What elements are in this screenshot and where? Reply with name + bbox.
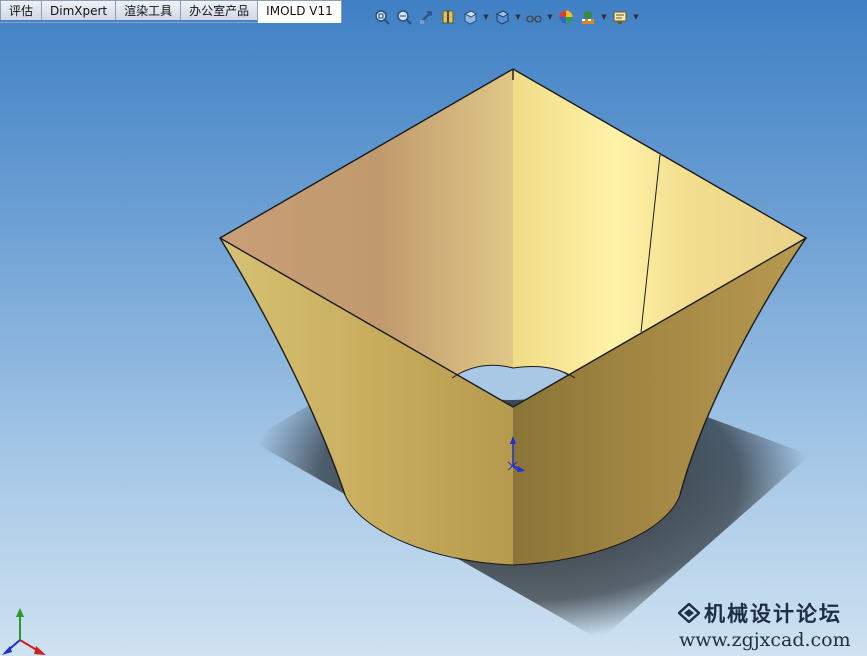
tab-imold[interactable]: IMOLD V11 <box>257 0 342 23</box>
site-watermark: 机械设计论坛 www.zgjxcad.com <box>678 598 851 651</box>
graphics-area[interactable] <box>0 0 867 656</box>
diamond-logo-icon <box>678 603 700 623</box>
previous-view-icon[interactable] <box>416 7 436 27</box>
hide-show-items-icon[interactable] <box>524 7 544 27</box>
zoom-to-area-icon[interactable] <box>394 7 414 27</box>
section-view-icon[interactable] <box>438 7 458 27</box>
view-triad-icon[interactable] <box>2 608 46 655</box>
heads-up-view-toolbar: ▼ ▼ ▼ ▼ ▼ <box>372 6 640 28</box>
view-settings-icon[interactable] <box>610 7 630 27</box>
tab-evaluate[interactable]: 评估 <box>0 0 43 20</box>
apply-scene-dropdown-icon[interactable]: ▼ <box>600 7 608 27</box>
display-style-icon[interactable] <box>492 7 512 27</box>
view-settings-dropdown-icon[interactable]: ▼ <box>632 7 640 27</box>
tab-render-tools[interactable]: 渲染工具 <box>115 0 182 20</box>
view-orientation-dropdown-icon[interactable]: ▼ <box>482 7 490 27</box>
view-orientation-icon[interactable] <box>460 7 480 27</box>
hide-show-dropdown-icon[interactable]: ▼ <box>546 7 554 27</box>
edit-appearance-icon[interactable] <box>556 7 576 27</box>
apply-scene-icon[interactable] <box>578 7 598 27</box>
zoom-to-fit-icon[interactable] <box>372 7 392 27</box>
command-manager-tabs: 评估 DimXpert 渲染工具 办公室产品 IMOLD V11 <box>0 0 342 23</box>
tab-dimxpert[interactable]: DimXpert <box>41 0 117 20</box>
watermark-url: www.zgjxcad.com <box>679 629 851 651</box>
display-style-dropdown-icon[interactable]: ▼ <box>514 7 522 27</box>
tab-office-products[interactable]: 办公室产品 <box>180 0 259 20</box>
watermark-title: 机械设计论坛 <box>704 601 842 626</box>
